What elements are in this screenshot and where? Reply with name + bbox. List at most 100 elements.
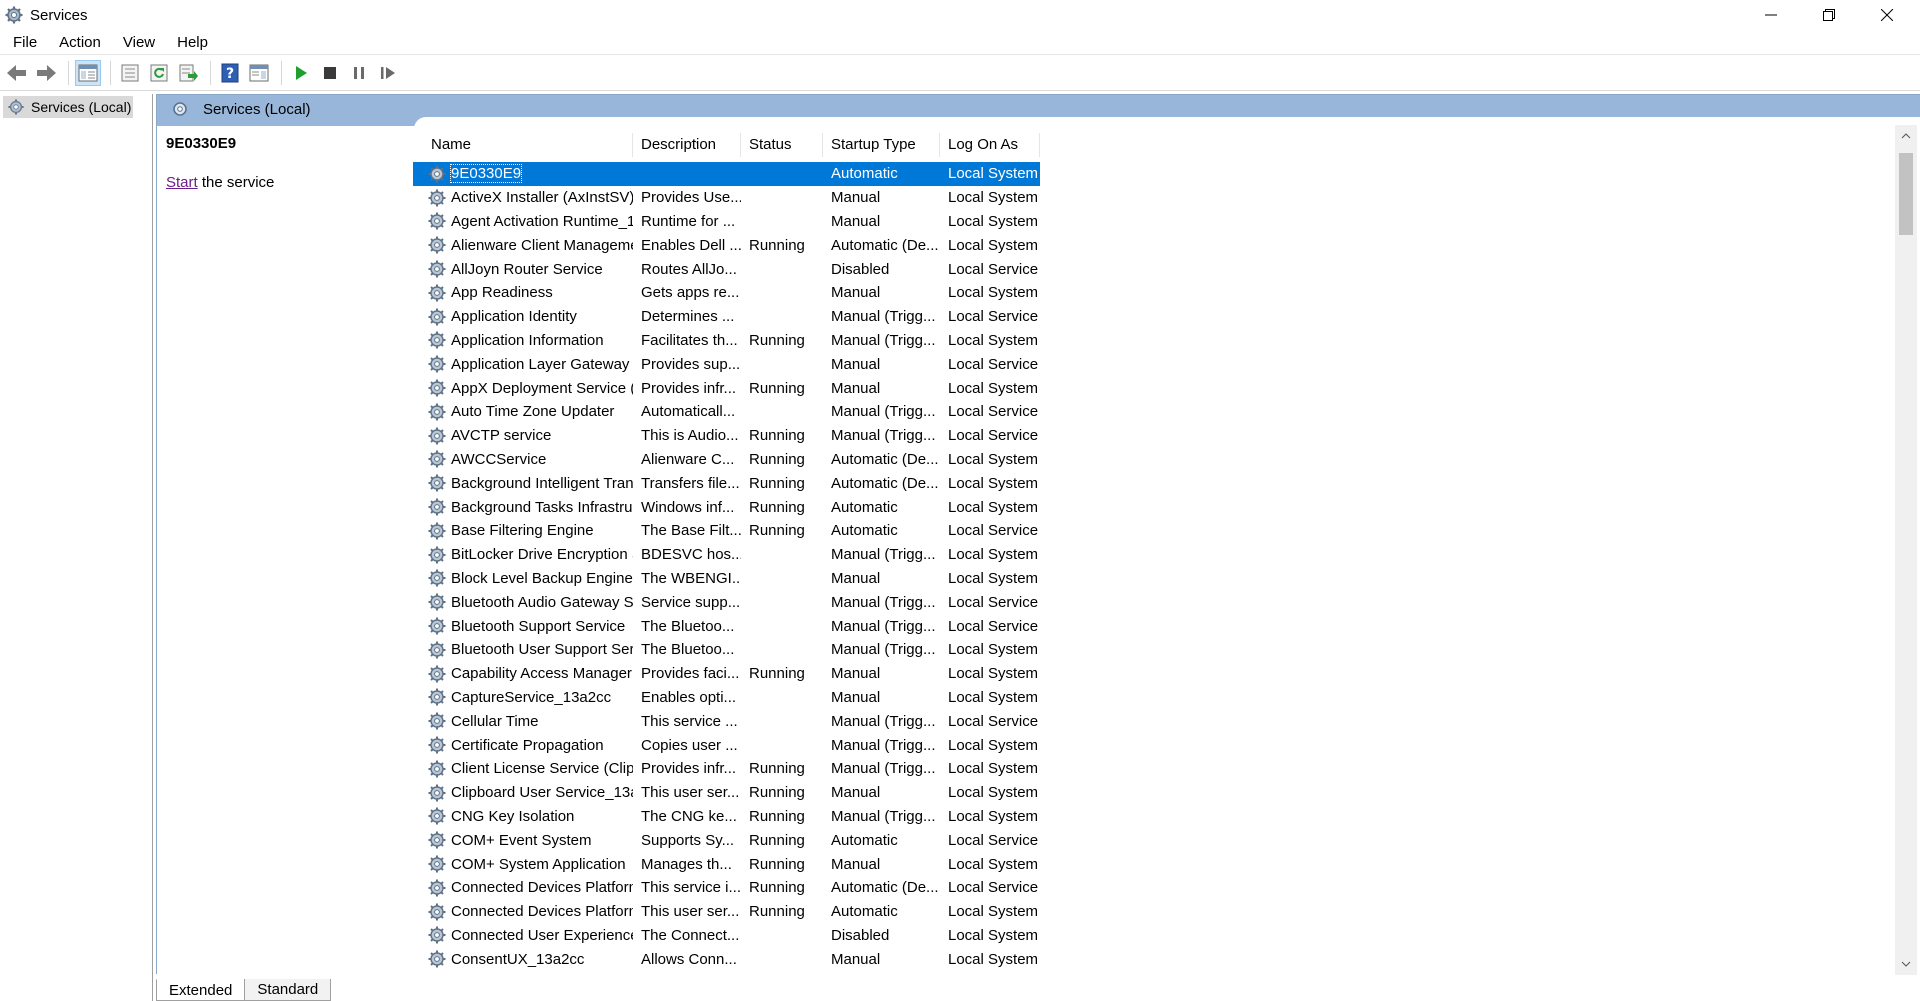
table-row[interactable]: Block Level Backup Engine S... The WBENGI… [413, 567, 1213, 591]
help-button[interactable]: ? [217, 60, 243, 86]
service-status: Running [749, 522, 805, 540]
service-startup-type: Automatic [831, 498, 898, 516]
close-button[interactable] [1858, 0, 1916, 30]
table-row[interactable]: Base Filtering Engine The Base Filt... Run… [413, 519, 1213, 543]
service-status [741, 186, 823, 210]
table-row[interactable]: Bluetooth User Support Serv... The Blueto… [413, 638, 1213, 662]
column-header-log-on-as[interactable]: Log On As [940, 133, 1040, 157]
table-row[interactable]: Cellular Time This service ... Manual (Tri… [413, 709, 1213, 733]
scroll-down-button[interactable] [1899, 957, 1913, 971]
table-row[interactable]: Alienware Client Manageme... Enables Dell… [413, 233, 1213, 257]
service-description: Facilitates th... [641, 331, 738, 349]
export-list-button[interactable] [175, 60, 201, 86]
table-row[interactable]: CNG Key Isolation The CNG ke... Running Man… [413, 805, 1213, 829]
menu-file[interactable]: File [0, 31, 48, 55]
back-button[interactable] [4, 60, 30, 86]
service-name-cell: Agent Activation Runtime_1... [413, 210, 633, 234]
service-status: Running [749, 665, 805, 683]
service-description: Gets apps re... [641, 284, 740, 302]
table-row[interactable]: 9E0330E9 Automatic Local System [413, 162, 1213, 186]
table-row[interactable]: Certificate Propagation Copies user ... Ma… [413, 733, 1213, 757]
table-row[interactable]: Application Information Facilitates th...… [413, 329, 1213, 353]
service-startup-type: Manual [831, 784, 881, 802]
chevron-up-icon [1901, 133, 1911, 139]
stop-service-button[interactable] [317, 60, 343, 86]
table-row[interactable]: COM+ System Application Manages th... Runn… [413, 852, 1213, 876]
menu-view[interactable]: View [112, 31, 166, 55]
service-description: This user ser... [641, 903, 740, 921]
service-description: Runtime for ... [641, 212, 736, 230]
service-log-on-as: Local System [948, 665, 1039, 683]
table-row[interactable]: BitLocker Drive Encryption S... BDESVC ho… [413, 543, 1213, 567]
table-row[interactable]: AllJoyn Router Service Routes AllJo... Dis… [413, 257, 1213, 281]
table-row[interactable]: Connected Devices Platform ... This user … [413, 900, 1213, 924]
start-service-link[interactable]: Start [166, 174, 198, 191]
table-row[interactable]: Auto Time Zone Updater Automaticall... Man… [413, 400, 1213, 424]
vertical-scrollbar[interactable] [1895, 125, 1917, 975]
start-service-button[interactable] [288, 60, 314, 86]
column-header-status[interactable]: Status [741, 133, 823, 157]
menu-help[interactable]: Help [166, 31, 219, 55]
service-startup-type: Automatic (De... [831, 879, 939, 897]
service-status: Running [749, 784, 805, 802]
service-startup-type: Manual (Trigg... [831, 546, 936, 564]
service-startup-type: Automatic [831, 831, 898, 849]
service-log-on-as: Local System [940, 162, 1040, 186]
table-row[interactable]: ConsentUX_13a2cc Allows Conn... Manual Loca… [413, 947, 1213, 971]
table-row[interactable]: Connected Devices Platform ... This servi… [413, 876, 1213, 900]
table-row[interactable]: Bluetooth Support Service The Bluetoo... M… [413, 614, 1213, 638]
show-hide-console-tree-button[interactable] [75, 60, 101, 86]
scrollbar-thumb[interactable] [1899, 153, 1913, 235]
table-row[interactable]: Agent Activation Runtime_1... Runtime for… [413, 210, 1213, 234]
table-row[interactable]: Client License Service (ClipSV... Provide… [413, 757, 1213, 781]
table-row[interactable]: Bluetooth Audio Gateway Se... Service sup… [413, 590, 1213, 614]
service-startup-type: Manual (Trigg... [831, 712, 936, 730]
toolbar-separator [110, 61, 111, 85]
service-log-on-as: Local Service [948, 879, 1039, 897]
console-tree: Services (Local) [0, 94, 153, 1001]
table-row[interactable]: AWCCService Alienware C... Running Automati… [413, 448, 1213, 472]
table-row[interactable]: Application Identity Determines ... Manual… [413, 305, 1213, 329]
service-startup-type: Manual [831, 189, 881, 207]
service-log-on-as: Local Service [948, 831, 1039, 849]
tab-extended[interactable]: Extended [156, 979, 246, 1001]
menu-action[interactable]: Action [48, 31, 112, 55]
service-status: Running [749, 474, 805, 492]
service-description: The WBENGI... [641, 569, 741, 587]
table-row[interactable]: Capability Access Manager S... Provides f… [413, 662, 1213, 686]
refresh-button[interactable] [146, 60, 172, 86]
service-name: Cellular Time [451, 712, 539, 730]
table-row[interactable]: AppX Deployment Service (A... Provides in… [413, 376, 1213, 400]
minimize-button[interactable] [1742, 0, 1800, 30]
table-row[interactable]: Connected User Experiences ... The Connec… [413, 924, 1213, 948]
table-row[interactable]: Clipboard User Service_13a2cc This user s… [413, 781, 1213, 805]
service-description: Provides faci... [641, 665, 740, 683]
table-row[interactable]: CaptureService_13a2cc Enables opti... Manu… [413, 686, 1213, 710]
table-row[interactable]: ActiveX Installer (AxInstSV) Provides Use… [413, 186, 1213, 210]
column-header-description[interactable]: Description [633, 133, 741, 157]
pause-service-button[interactable] [346, 60, 372, 86]
table-row[interactable]: App Readiness Gets apps re... Manual Local … [413, 281, 1213, 305]
table-row[interactable]: Background Intelligent Tran... Transfers … [413, 471, 1213, 495]
column-header-name[interactable]: Name [413, 133, 633, 157]
properties-button[interactable] [117, 60, 143, 86]
show-action-pane-button[interactable] [246, 60, 272, 86]
tree-item-services-local[interactable]: Services (Local) [3, 96, 133, 118]
table-row[interactable]: COM+ Event System Supports Sy... Running Au… [413, 828, 1213, 852]
restore-button[interactable] [1800, 0, 1858, 30]
service-log-on-as: Local Service [948, 522, 1039, 540]
service-name: COM+ System Application [451, 855, 626, 873]
column-header-startup-type[interactable]: Startup Type [823, 133, 940, 157]
service-gear-icon [428, 855, 446, 873]
scroll-up-button[interactable] [1899, 129, 1913, 143]
tab-standard[interactable]: Standard [244, 979, 332, 1001]
service-description: This is Audio... [641, 427, 739, 445]
service-name: COM+ Event System [451, 831, 592, 849]
service-startup-type: Manual [831, 355, 881, 373]
forward-button[interactable] [33, 60, 59, 86]
service-description: The Connect... [641, 926, 740, 944]
table-row[interactable]: AVCTP service This is Audio... Running Manu… [413, 424, 1213, 448]
table-row[interactable]: Background Tasks Infrastruc... Windows in… [413, 495, 1213, 519]
restart-service-button[interactable] [375, 60, 401, 86]
table-row[interactable]: Application Layer Gateway S... Provides s… [413, 352, 1213, 376]
